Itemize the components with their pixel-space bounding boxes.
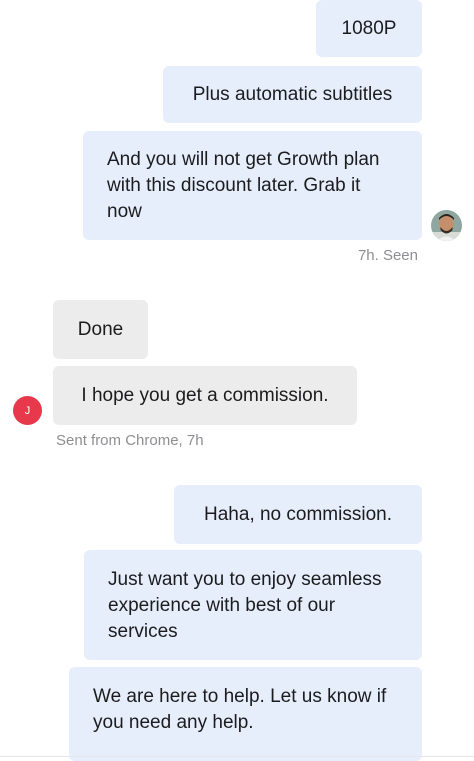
incoming-message[interactable]: Done [53,300,148,359]
message-text: Haha, no commission. [204,503,392,525]
outgoing-message[interactable]: 1080P [316,0,422,57]
outgoing-message[interactable]: Just want you to enjoy seamless experien… [84,550,422,660]
message-text: Done [77,318,124,340]
outgoing-message[interactable]: And you will not get Growth plan with th… [83,131,422,240]
sent-from-status: Sent from Chrome, 7h [56,432,204,449]
message-text: And you will not get Growth plan with th… [107,149,380,222]
outgoing-message[interactable]: Haha, no commission. [174,485,422,544]
message-text: Just want you to enjoy seamless experien… [108,569,382,642]
outgoing-message[interactable]: We are here to help. Let us know if you … [69,667,422,761]
bottom-divider [0,756,474,757]
message-text: I hope you get a commission. [81,384,329,406]
outgoing-message[interactable]: Plus automatic subtitles [163,66,422,123]
message-text: Plus automatic subtitles [192,83,393,105]
contact-initial: J [24,404,31,417]
contact-avatar[interactable]: J [13,396,42,425]
incoming-message[interactable]: I hope you get a commission. [53,366,357,425]
user-avatar[interactable] [431,210,462,241]
user-photo-icon [431,210,462,241]
seen-status: 7h. Seen [357,247,418,264]
message-text: We are here to help. Let us know if you … [93,686,387,733]
message-text: 1080P [341,17,397,39]
